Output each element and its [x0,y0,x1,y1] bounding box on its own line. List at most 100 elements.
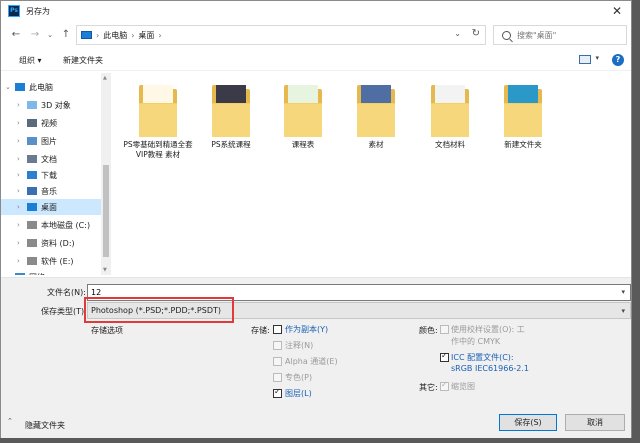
command-toolbar: 组织 ▾ 新建文件夹 ▾ ? [1,51,631,71]
folder-item[interactable]: 新建文件夹 [488,79,558,150]
filename-label: 文件名(N): [47,288,86,297]
sidebar-item[interactable]: › 音乐 [1,183,101,199]
layers-label: 图层(L) [285,389,312,398]
search-input[interactable] [517,30,617,40]
expand-chevron-icon[interactable]: › [17,187,20,195]
spot-colors-checkbox[interactable] [273,373,282,382]
collapse-arrow-icon[interactable]: ⌃ [7,417,13,425]
sidebar-item[interactable]: › 桌面 [1,199,101,215]
sidebar-item[interactable]: › 资料 (D:) [1,235,101,251]
folder-name: PS系统课程 [211,140,251,149]
sidebar-item-label: 此电脑 [29,82,53,92]
help-button[interactable]: ? [612,54,624,66]
sidebar-item[interactable]: › 软件 (E:) [1,253,101,269]
folder-name: 新建文件夹 [504,140,542,149]
title-bar: Ps 另存为 ✕ [1,1,631,21]
organize-button[interactable]: 组织 ▾ [19,55,42,66]
sidebar-item-label: 资料 (D:) [41,238,75,248]
alpha-channels-checkbox[interactable] [273,357,282,366]
forward-button[interactable]: → [28,28,42,42]
sidebar-item[interactable]: › 本地磁盘 (C:) [1,217,101,233]
file-list: PS零基础到精通全套VIP教程 素材 PS系统课程 课程表 素材 文档材料 新建文件夹 [113,73,631,275]
folder-item[interactable]: 课程表 [268,79,338,150]
sidebar-item-label: 下载 [41,170,57,180]
navigation-pane-scrollbar[interactable]: ▲ ▼ [101,73,111,275]
use-proof-setup-label-line2: 作中的 CMYK [451,337,501,346]
sidebar-item-label: 视频 [41,118,57,128]
search-icon [502,30,511,40]
breadcrumb-desktop[interactable]: 桌面 [138,30,154,41]
documents-icon [27,155,37,163]
breadcrumb-separator: › [96,30,100,40]
scrollbar-thumb[interactable] [103,165,109,257]
folder-icon [212,83,250,137]
network-icon [15,273,25,275]
close-button[interactable]: ✕ [609,3,625,19]
filetype-label: 保存类型(T): [41,307,87,316]
expand-chevron-icon[interactable]: › [17,221,20,229]
expand-chevron-icon[interactable]: › [17,203,20,211]
new-folder-button[interactable]: 新建文件夹 [63,55,103,66]
folder-name: 素材 [368,140,384,149]
sidebar-item-label: 图片 [41,136,57,146]
view-mode-icon[interactable] [579,55,591,64]
recent-locations-button[interactable]: ⌄ [43,28,57,42]
folder-item[interactable]: PS系统课程 [196,79,266,150]
breadcrumb-separator: › [158,30,162,40]
thumbnail-checkbox[interactable] [440,380,449,391]
folder-item[interactable]: 文档材料 [415,79,485,150]
expand-chevron-icon[interactable]: › [17,119,20,127]
breadcrumb-this-pc[interactable]: 此电脑 [103,30,127,41]
disk-icon [27,239,37,247]
save-as-dialog: Ps 另存为 ✕ ← → ⌄ ↑ › 此电脑 › 桌面 › ⌄ ↻ 组织 ▾ 新… [0,0,632,438]
photoshop-logo-icon: Ps [8,5,20,17]
other-label: 其它: [419,383,438,392]
notes-checkbox[interactable] [273,341,282,350]
as-copy-label: 作为副本(Y) [285,325,329,334]
expand-chevron-icon[interactable]: › [17,137,20,145]
back-button[interactable]: ← [9,28,23,42]
expand-chevron-icon[interactable]: › [17,239,20,247]
breadcrumb-separator: › [131,30,135,40]
expand-chevron-icon[interactable]: › [17,101,20,109]
up-button[interactable]: ↑ [59,28,73,42]
use-proof-setup-checkbox[interactable] [440,325,449,334]
as-copy-checkbox[interactable] [273,325,282,334]
cancel-button[interactable]: 取消 [565,414,625,431]
sidebar-item[interactable]: › 图片 [1,133,101,149]
hide-folders-link[interactable]: 隐藏文件夹 [25,420,65,431]
music-icon [27,187,37,195]
dialog-title: 另存为 [26,6,50,16]
filetype-dropdown-icon[interactable]: ▾ [621,307,625,315]
expand-chevron-icon[interactable]: › [17,171,20,179]
folder-item[interactable]: 素材 [341,79,411,150]
folder-icon [431,83,469,137]
thumbnail-label: 缩览图 [451,382,475,391]
color-label: 颜色: [419,326,438,335]
expand-chevron-icon[interactable]: › [5,273,8,275]
expand-chevron-icon[interactable]: ⌄ [5,83,11,91]
sidebar-item[interactable]: › 视频 [1,115,101,131]
3d-objects-icon [27,101,37,109]
filename-dropdown-icon[interactable]: ▾ [621,288,625,296]
save-button[interactable]: 保存(S) [499,414,557,431]
expand-chevron-icon[interactable]: › [17,155,20,163]
desktop-icon [27,203,37,211]
expand-chevron-icon[interactable]: › [17,257,20,265]
view-options-button[interactable]: ▾ [595,54,599,62]
search-box[interactable] [493,25,627,45]
folder-name: PS零基础到精通全套VIP教程 素材 [123,140,193,159]
download-icon [27,171,37,179]
sidebar-item[interactable]: › 下载 [1,167,101,183]
sidebar-item[interactable]: ⌄ 此电脑 [1,79,101,95]
sidebar-item[interactable]: › 网络 [1,269,101,275]
refresh-button[interactable]: ↻ [472,28,480,39]
sidebar-item[interactable]: › 文档 [1,151,101,167]
store-label: 存储: [251,326,270,335]
address-dropdown-button[interactable]: ⌄ [454,29,461,38]
sidebar-item[interactable]: › 3D 对象 [1,97,101,113]
folder-item[interactable]: PS零基础到精通全套VIP教程 素材 [123,79,193,160]
layers-checkbox[interactable] [273,387,282,398]
icc-profile-checkbox[interactable] [440,351,449,362]
address-bar[interactable]: › 此电脑 › 桌面 › ⌄ ↻ [76,25,486,45]
